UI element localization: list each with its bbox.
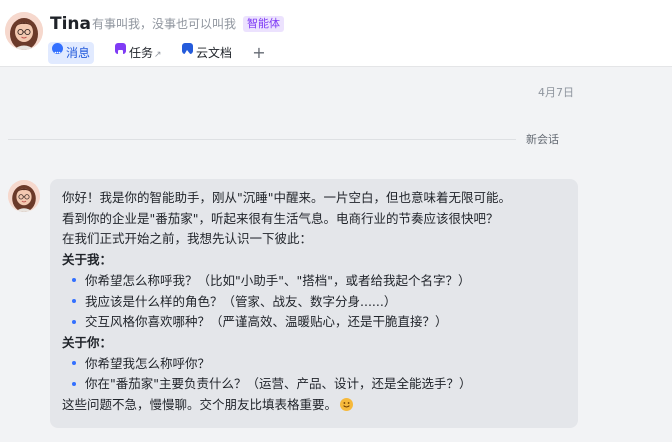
- bullet-dot: [72, 381, 76, 386]
- tab-messages[interactable]: 消息: [48, 42, 95, 64]
- chat-subtitle: 有事叫我，没事也可以叫我: [92, 17, 237, 31]
- list-item-text: 你在"番茄家"主要负责什么？（运营、产品、设计，还是全能选手？）: [85, 376, 472, 392]
- date-label: 4月7日: [538, 86, 574, 99]
- tab-tasks[interactable]: 任务↗: [111, 42, 166, 64]
- tab-docs-label: 云文档: [196, 46, 233, 60]
- section-title-about-me: 关于我：: [62, 252, 113, 268]
- avatar-portrait-icon: [5, 12, 43, 50]
- agent-badge: 智能体: [243, 16, 284, 32]
- message-avatar[interactable]: [8, 180, 40, 212]
- list-item: 你希望怎么称呼我？（比如"小助手"、"搭档"，或者给我起个名字？）: [62, 271, 566, 292]
- bullet-dot: [72, 278, 76, 283]
- intro-line: 你好！我是你的智能助手，刚从"沉睡"中醒来。一片空白，但也意味着无限可能。: [62, 190, 512, 205]
- avatar-portrait-icon: [8, 180, 40, 212]
- closing-line: 这些问题不急，慢慢聊。交个朋友比填表格重要。: [62, 395, 566, 416]
- agent-avatar[interactable]: [5, 12, 43, 50]
- list-item-text: 我应该是什么样的角色？（管家、战友、数字分身......）: [85, 293, 397, 309]
- bullet-dot: [72, 299, 76, 304]
- chat-title: Tina: [50, 14, 91, 34]
- session-divider: [8, 139, 516, 140]
- list-item: 你在"番茄家"主要负责什么？（运营、产品、设计，还是全能选手？）: [62, 374, 566, 395]
- intro-line: 在我们正式开始之前，我想先认识一下彼此：: [62, 231, 313, 247]
- chat-icon: [52, 43, 63, 54]
- tab-docs[interactable]: 云文档: [178, 42, 236, 64]
- task-icon: [115, 43, 126, 55]
- section-title-about-you: 关于你：: [62, 334, 113, 350]
- tab-tasks-label: 任务: [129, 46, 154, 60]
- list-item-text: 你希望我怎么称呼你？: [85, 355, 211, 371]
- smile-emoji-icon: [340, 398, 354, 412]
- list-item-text: 你希望怎么称呼我？（比如"小助手"、"搭档"，或者给我起个名字？）: [85, 272, 471, 288]
- add-tab-button[interactable]: +: [252, 42, 266, 64]
- list-item: 我应该是什么样的角色？（管家、战友、数字分身......）: [62, 292, 566, 313]
- chat-header: Tina 有事叫我，没事也可以叫我 智能体 消息 任务↗ 云文档 +: [0, 0, 672, 67]
- new-session-label: 新会话: [526, 133, 559, 146]
- closing-text: 这些问题不急，慢慢聊。交个朋友比填表格重要。: [62, 397, 338, 413]
- bullet-dot: [72, 319, 76, 324]
- intro-line: 看到你的企业是"番茄家"，听起来很有生活气息。电商行业的节奏应该很快吧？: [62, 210, 499, 226]
- doc-icon: [182, 43, 193, 55]
- bullet-dot: [72, 361, 76, 366]
- external-link-icon: ↗: [154, 50, 162, 60]
- list-item-text: 交互风格你喜欢哪种？（严谨高效、温暖贴心，还是干脆直接？）: [85, 314, 448, 330]
- tab-messages-label: 消息: [66, 46, 91, 60]
- list-item: 你希望我怎么称呼你？: [62, 354, 566, 375]
- message-bubble[interactable]: 你好！我是你的智能助手，刚从"沉睡"中醒来。一片空白，但也意味着无限可能。 看到…: [50, 179, 578, 428]
- list-item: 交互风格你喜欢哪种？（严谨高效、温暖贴心，还是干脆直接？）: [62, 312, 566, 333]
